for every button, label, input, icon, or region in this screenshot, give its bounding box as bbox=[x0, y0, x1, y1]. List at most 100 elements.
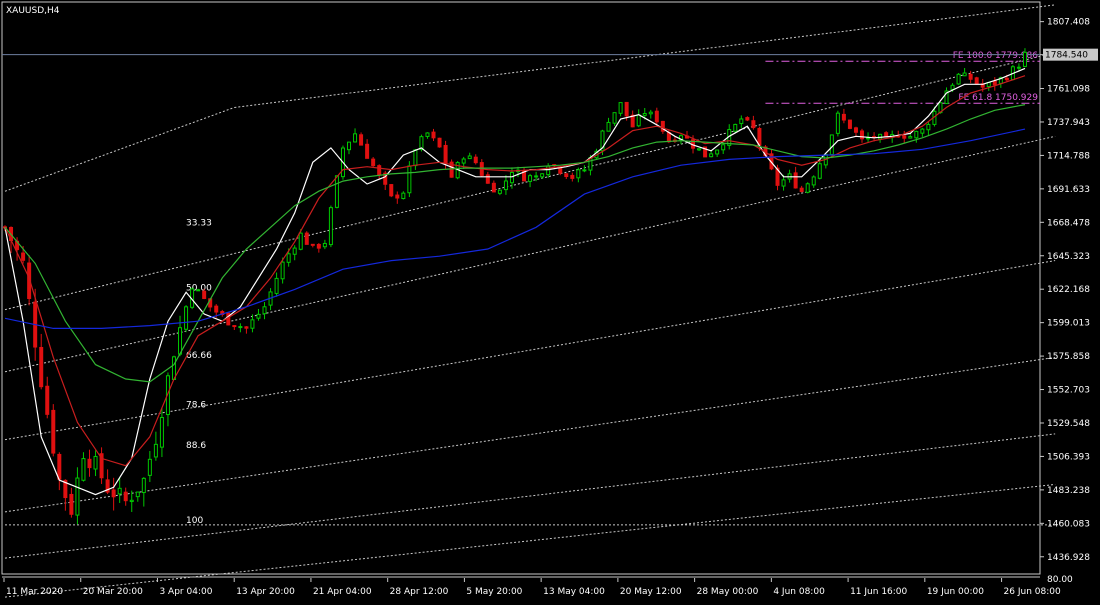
candle-body[interactable] bbox=[811, 176, 816, 186]
candle-body[interactable] bbox=[739, 118, 744, 125]
candle-body[interactable] bbox=[286, 253, 291, 263]
candle-body[interactable] bbox=[503, 180, 508, 191]
candle-body[interactable] bbox=[956, 73, 961, 85]
candle-body[interactable] bbox=[902, 135, 907, 139]
candle-body[interactable] bbox=[298, 232, 303, 250]
candle-body[interactable] bbox=[232, 325, 237, 328]
candle-body[interactable] bbox=[87, 458, 92, 469]
candle-body[interactable] bbox=[648, 111, 653, 115]
moving-average-line[interactable] bbox=[4, 75, 1026, 467]
candle-body[interactable] bbox=[473, 156, 478, 164]
candle-body[interactable] bbox=[425, 132, 430, 137]
candle-body[interactable] bbox=[829, 134, 834, 155]
fibo-channel-line[interactable] bbox=[4, 483, 1056, 598]
candle-body[interactable] bbox=[395, 194, 400, 199]
candle-body[interactable] bbox=[908, 136, 913, 139]
candle-body[interactable] bbox=[920, 128, 925, 134]
fibo-channel-line[interactable] bbox=[4, 260, 1056, 441]
candle-body[interactable] bbox=[576, 169, 581, 179]
candle-body[interactable] bbox=[21, 252, 26, 261]
candle-body[interactable] bbox=[745, 117, 750, 121]
candle-body[interactable] bbox=[178, 327, 183, 355]
candle-body[interactable] bbox=[389, 184, 394, 197]
candle-body[interactable] bbox=[534, 175, 539, 178]
candle-body[interactable] bbox=[347, 141, 352, 151]
fibo-channel-line[interactable] bbox=[4, 135, 1056, 373]
candle-body[interactable] bbox=[141, 477, 146, 494]
candle-body[interactable] bbox=[697, 148, 702, 151]
fibo-channel-line[interactable] bbox=[4, 106, 235, 192]
candle-body[interactable] bbox=[250, 319, 255, 329]
candle-body[interactable] bbox=[485, 174, 490, 184]
candle-body[interactable] bbox=[184, 306, 189, 330]
moving-average-line[interactable] bbox=[4, 104, 1026, 383]
candle-body[interactable] bbox=[509, 171, 514, 184]
candle-body[interactable] bbox=[280, 261, 285, 280]
candle-body[interactable] bbox=[159, 417, 164, 448]
candle-body[interactable] bbox=[751, 120, 756, 129]
candle-body[interactable] bbox=[926, 123, 931, 131]
candle-body[interactable] bbox=[304, 232, 309, 245]
candle-body[interactable] bbox=[39, 346, 44, 388]
candle-body[interactable] bbox=[431, 131, 436, 139]
candle-body[interactable] bbox=[292, 247, 297, 255]
candle-body[interactable] bbox=[618, 102, 623, 114]
candle-body[interactable] bbox=[914, 130, 919, 139]
candle-body[interactable] bbox=[721, 144, 726, 151]
candle-body[interactable] bbox=[884, 132, 889, 138]
candle-body[interactable] bbox=[328, 207, 333, 246]
candle-body[interactable] bbox=[69, 493, 74, 515]
candle-body[interactable] bbox=[781, 179, 786, 187]
candle-body[interactable] bbox=[564, 173, 569, 178]
candle-body[interactable] bbox=[196, 289, 201, 292]
candle-body[interactable] bbox=[805, 183, 810, 193]
candle-body[interactable] bbox=[497, 189, 502, 194]
candle-body[interactable] bbox=[974, 77, 979, 84]
candle-body[interactable] bbox=[365, 143, 370, 159]
candle-body[interactable] bbox=[51, 409, 56, 454]
candle-body[interactable] bbox=[129, 499, 134, 503]
candle-body[interactable] bbox=[467, 155, 472, 160]
candle-body[interactable] bbox=[709, 153, 714, 158]
candle-body[interactable] bbox=[214, 305, 219, 313]
candle-body[interactable] bbox=[81, 458, 86, 481]
candle-body[interactable] bbox=[353, 133, 358, 143]
candle-body[interactable] bbox=[582, 169, 587, 172]
candle-body[interactable] bbox=[847, 119, 852, 129]
candle-body[interactable] bbox=[45, 385, 50, 415]
candle-body[interactable] bbox=[570, 174, 575, 179]
candle-body[interactable] bbox=[407, 165, 412, 194]
candle-body[interactable] bbox=[612, 112, 617, 124]
candle-body[interactable] bbox=[1016, 66, 1021, 69]
candle-body[interactable] bbox=[111, 489, 116, 498]
candle-body[interactable] bbox=[950, 84, 955, 90]
candle-body[interactable] bbox=[642, 112, 647, 116]
candle-body[interactable] bbox=[757, 127, 762, 146]
candle-body[interactable] bbox=[540, 173, 545, 178]
candle-body[interactable] bbox=[371, 158, 376, 167]
candle-body[interactable] bbox=[624, 101, 629, 117]
candle-body[interactable] bbox=[528, 175, 533, 182]
fibo-channel-line[interactable] bbox=[234, 4, 1056, 108]
candle-body[interactable] bbox=[799, 187, 804, 192]
candle-body[interactable] bbox=[841, 113, 846, 121]
candle-body[interactable] bbox=[413, 149, 418, 167]
candle-body[interactable] bbox=[606, 121, 611, 132]
candle-body[interactable] bbox=[860, 130, 865, 140]
candle-body[interactable] bbox=[316, 243, 321, 249]
candle-body[interactable] bbox=[962, 72, 967, 77]
candle-body[interactable] bbox=[153, 443, 158, 458]
candle-body[interactable] bbox=[968, 73, 973, 80]
candle-body[interactable] bbox=[75, 477, 80, 516]
fibo-channel-line[interactable] bbox=[4, 433, 1056, 559]
candle-body[interactable] bbox=[461, 158, 466, 164]
candle-body[interactable] bbox=[123, 491, 128, 502]
candle-body[interactable] bbox=[135, 491, 140, 498]
candle-body[interactable] bbox=[147, 458, 152, 476]
moving-average-line[interactable] bbox=[4, 128, 1026, 329]
candle-body[interactable] bbox=[274, 277, 279, 294]
candle-body[interactable] bbox=[202, 290, 207, 299]
candle-body[interactable] bbox=[310, 243, 315, 246]
candle-body[interactable] bbox=[377, 165, 382, 176]
candle-body[interactable] bbox=[992, 80, 997, 86]
